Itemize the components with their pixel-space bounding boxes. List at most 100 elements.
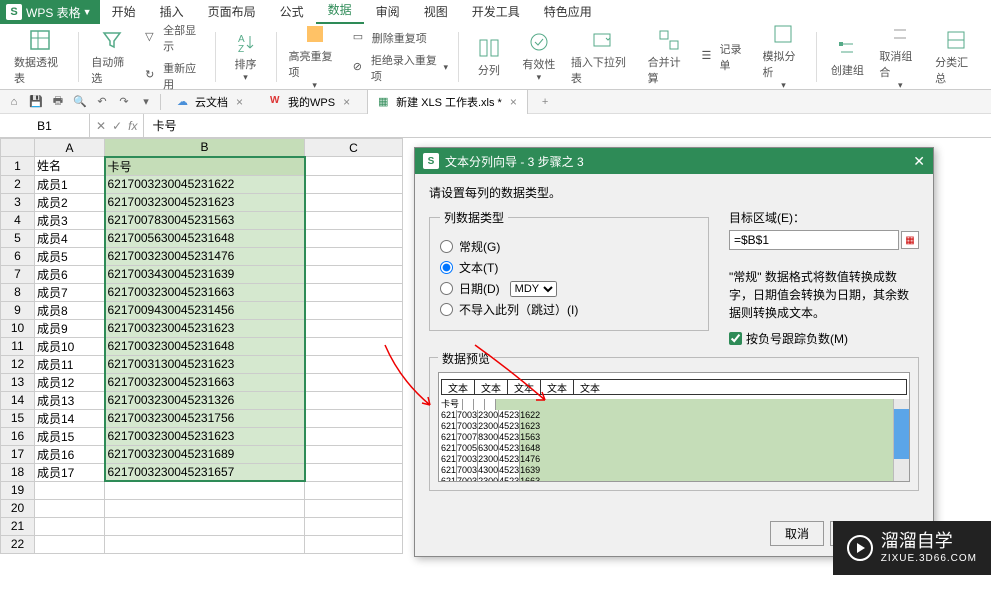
doctab-xls[interactable]: ▦ 新建 XLS 工作表.xls * × (367, 89, 528, 114)
close-icon[interactable]: × (343, 95, 350, 109)
cell[interactable] (305, 517, 403, 535)
tab-insert[interactable]: 插入 (148, 0, 196, 24)
cancel-button[interactable]: 取消 (770, 521, 824, 546)
cell[interactable]: 成员6 (35, 265, 105, 283)
whatif-button[interactable]: 模拟分析▾ (757, 28, 811, 86)
cell[interactable]: 成员2 (35, 193, 105, 211)
cell[interactable]: 成员7 (35, 283, 105, 301)
pivot-button[interactable]: 数据透视表 (8, 28, 72, 86)
cell[interactable]: 成员15 (35, 427, 105, 445)
cell[interactable]: 成员8 (35, 301, 105, 319)
row-header[interactable]: 5 (1, 229, 35, 247)
row-header[interactable]: 22 (1, 535, 35, 553)
cell[interactable] (305, 427, 403, 445)
cell[interactable] (105, 517, 305, 535)
tab-data[interactable]: 数据 (316, 0, 364, 24)
cell[interactable]: 成员11 (35, 355, 105, 373)
target-input[interactable] (729, 230, 899, 250)
cell[interactable] (305, 229, 403, 247)
undo-icon[interactable]: ↶ (94, 94, 110, 110)
cell[interactable] (305, 211, 403, 229)
row-header[interactable]: 11 (1, 337, 35, 355)
radio-date[interactable]: 日期(D) MDY (440, 280, 698, 297)
insert-dropdown-button[interactable]: 插入下拉列表 (565, 28, 640, 86)
formula-input[interactable]: 卡号 (144, 117, 991, 134)
cell[interactable]: 成员14 (35, 409, 105, 427)
highlight-dup-button[interactable]: 高亮重复项▾ (282, 28, 346, 86)
track-negative-checkbox[interactable]: 按负号跟踪负数(M) (729, 330, 919, 347)
cell[interactable] (35, 481, 105, 499)
doctab-cloud[interactable]: ☁ 云文档 × (167, 90, 254, 114)
cell[interactable]: 6217009430045231456 (105, 301, 305, 319)
tab-dev[interactable]: 开发工具 (460, 0, 532, 24)
cell[interactable]: 6217003230045231623 (105, 319, 305, 337)
cell[interactable] (305, 337, 403, 355)
cell[interactable]: 6217003230045231663 (105, 283, 305, 301)
cell[interactable] (305, 463, 403, 481)
cell[interactable] (35, 535, 105, 553)
tab-formula[interactable]: 公式 (268, 0, 316, 24)
cell[interactable] (305, 481, 403, 499)
cell[interactable]: 成员13 (35, 391, 105, 409)
cell[interactable] (305, 157, 403, 176)
close-icon[interactable]: × (510, 95, 517, 109)
row-header[interactable]: 13 (1, 373, 35, 391)
ungroup-button[interactable]: 取消组合▾ (873, 28, 927, 86)
reject-dup-button[interactable]: ⊘拒绝录入重复项▾ (349, 50, 452, 86)
row-header[interactable]: 12 (1, 355, 35, 373)
cell[interactable]: 成员3 (35, 211, 105, 229)
cell[interactable] (305, 535, 403, 553)
row-header[interactable]: 15 (1, 409, 35, 427)
cell[interactable] (105, 481, 305, 499)
doctab-wps[interactable]: W 我的WPS × (260, 90, 361, 114)
group-button[interactable]: 创建组 (823, 28, 871, 86)
autofilter-button[interactable]: 自动筛选 (85, 28, 139, 86)
cell[interactable] (305, 175, 403, 193)
cell[interactable]: 6217003230045231326 (105, 391, 305, 409)
fx-icon[interactable]: fx (128, 119, 137, 133)
cell[interactable] (305, 409, 403, 427)
showall-button[interactable]: ▽全部显示 (141, 20, 209, 56)
consolidate-button[interactable]: 合并计算 (642, 28, 696, 86)
cell[interactable] (305, 319, 403, 337)
row-header[interactable]: 21 (1, 517, 35, 535)
row-header[interactable]: 20 (1, 499, 35, 517)
save-icon[interactable]: 💾 (28, 94, 44, 110)
row-header[interactable]: 14 (1, 391, 35, 409)
qat-more-icon[interactable]: ▾ (138, 94, 154, 110)
tab-special[interactable]: 特色应用 (532, 0, 604, 24)
reapply-button[interactable]: ↻重新应用 (141, 58, 209, 94)
text-to-columns-button[interactable]: 分列 (465, 28, 513, 86)
tab-start[interactable]: 开始 (100, 0, 148, 24)
preview-scrollbar[interactable] (893, 399, 909, 481)
radio-skip[interactable]: 不导入此列（跳过）(I) (440, 301, 698, 318)
cell[interactable]: 姓名 (35, 157, 105, 176)
cell[interactable]: 6217003230045231622 (105, 175, 305, 193)
record-list-button[interactable]: ☰记录单 (698, 39, 755, 75)
cell[interactable]: 6217003230045231476 (105, 247, 305, 265)
radio-general[interactable]: 常规(G) (440, 238, 698, 255)
cell[interactable]: 6217003230045231623 (105, 427, 305, 445)
row-header[interactable]: 4 (1, 211, 35, 229)
cell[interactable]: 成员9 (35, 319, 105, 337)
cell[interactable]: 6217005630045231648 (105, 229, 305, 247)
cell[interactable] (35, 499, 105, 517)
row-header[interactable]: 2 (1, 175, 35, 193)
home-icon[interactable]: ⌂ (6, 94, 22, 110)
preview-icon[interactable]: 🔍 (72, 94, 88, 110)
dialog-titlebar[interactable]: S 文本分列向导 - 3 步骤之 3 ✕ (415, 148, 933, 174)
row-header[interactable]: 1 (1, 157, 35, 176)
range-picker-icon[interactable]: ▦ (901, 231, 919, 249)
cell[interactable]: 6217003430045231639 (105, 265, 305, 283)
dialog-close-icon[interactable]: ✕ (913, 153, 925, 170)
cell[interactable] (305, 265, 403, 283)
cell[interactable] (105, 535, 305, 553)
accept-fx-icon[interactable]: ✓ (112, 119, 122, 133)
radio-text[interactable]: 文本(T) (440, 259, 698, 276)
tab-view[interactable]: 视图 (412, 0, 460, 24)
row-header[interactable]: 6 (1, 247, 35, 265)
validation-button[interactable]: 有效性▾ (515, 28, 563, 86)
cell[interactable]: 成员4 (35, 229, 105, 247)
subtotal-button[interactable]: 分类汇总 (929, 28, 983, 86)
cell[interactable]: 6217003130045231623 (105, 355, 305, 373)
